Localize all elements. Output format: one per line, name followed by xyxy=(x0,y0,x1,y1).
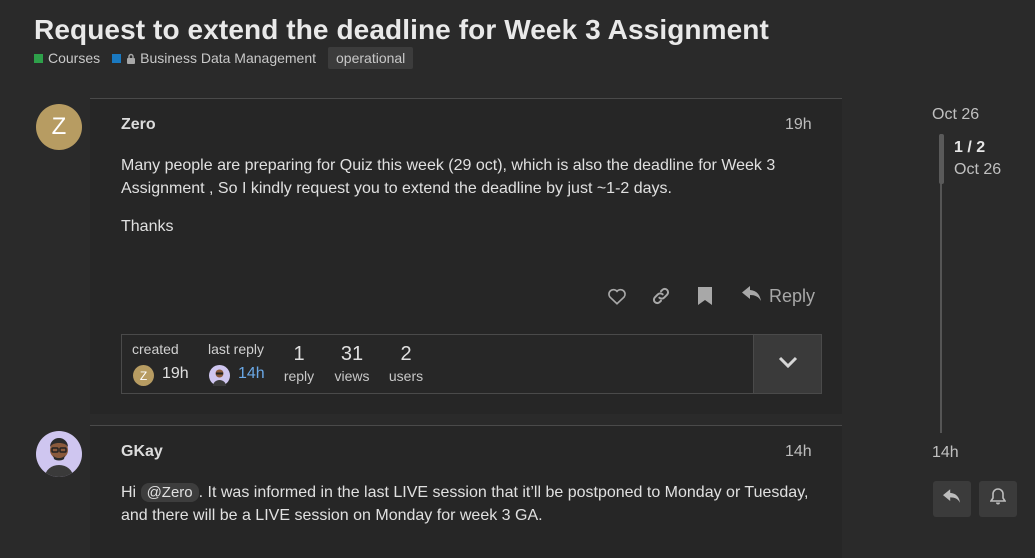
post-text: Hi xyxy=(121,484,141,501)
post-actions: Reply xyxy=(606,284,815,308)
post-date[interactable]: 14h xyxy=(785,443,812,461)
chevron-down-icon xyxy=(778,355,798,373)
created-label: created xyxy=(132,341,179,357)
views-count: 31 xyxy=(340,343,364,365)
avatar[interactable]: Z xyxy=(133,365,154,386)
user-mention[interactable]: @Zero xyxy=(140,483,199,502)
replies-label: reply xyxy=(283,368,315,384)
post-author[interactable]: Zero xyxy=(121,116,156,134)
users-label: users xyxy=(388,368,424,384)
created-time[interactable]: 19h xyxy=(162,365,189,383)
post-text: . It was informed in the last LIVE sessi… xyxy=(121,484,809,524)
replies-count: 1 xyxy=(293,343,305,365)
avatar[interactable]: Z xyxy=(36,104,82,150)
last-reply-label: last reply xyxy=(208,341,265,357)
avatar[interactable] xyxy=(209,365,230,386)
timeline-position-date: Oct 26 xyxy=(954,161,1002,178)
expand-topic-map-button[interactable] xyxy=(753,335,821,393)
tag-operational[interactable]: operational xyxy=(328,47,414,69)
timeline-start-date[interactable]: Oct 26 xyxy=(932,106,979,124)
category-link-courses[interactable]: Courses xyxy=(34,50,100,66)
timeline-handle[interactable] xyxy=(939,134,944,184)
post-paragraph: Many people are preparing for Quiz this … xyxy=(121,157,776,197)
reply-icon xyxy=(742,285,762,307)
topic-title[interactable]: Request to extend the deadline for Week … xyxy=(34,14,769,46)
avatar-letter: Z xyxy=(51,113,67,140)
like-icon[interactable] xyxy=(606,284,628,308)
post-paragraph: Thanks xyxy=(121,218,174,235)
timeline-position: 1 / 2 xyxy=(954,139,986,156)
post-content: Hi @Zero. It was informed in the last LI… xyxy=(121,482,821,527)
category-label: Courses xyxy=(48,50,101,66)
users-count: 2 xyxy=(400,343,412,365)
reply-label: Reply xyxy=(769,285,816,306)
views-label: views xyxy=(334,368,370,384)
post-date[interactable]: 19h xyxy=(785,116,812,134)
topic-map: created Z 19h last reply 14h 1 reply 31 … xyxy=(121,334,822,394)
reply-button[interactable]: Reply xyxy=(742,285,816,307)
category-label: Business Data Management xyxy=(140,50,317,66)
avatar[interactable] xyxy=(36,431,82,477)
link-icon[interactable] xyxy=(650,284,672,308)
avatar-letter: Z xyxy=(139,368,148,383)
last-reply-time[interactable]: 14h xyxy=(238,365,265,383)
lock-icon xyxy=(126,53,136,64)
post-author[interactable]: GKay xyxy=(121,443,163,461)
category-link-business-data-management[interactable]: Business Data Management xyxy=(112,50,316,66)
breadcrumb: Courses Business Data Management operati… xyxy=(34,47,414,69)
timeline-end-label[interactable]: 14h xyxy=(932,444,959,462)
category-color-square xyxy=(34,53,43,63)
bell-icon xyxy=(989,488,1007,510)
category-color-square xyxy=(112,53,122,63)
post-content: Many people are preparing for Quiz this … xyxy=(121,155,801,239)
notification-button[interactable] xyxy=(979,481,1017,517)
bookmark-icon[interactable] xyxy=(694,284,716,308)
topic-reply-button[interactable] xyxy=(933,481,971,517)
reply-icon xyxy=(943,489,961,509)
